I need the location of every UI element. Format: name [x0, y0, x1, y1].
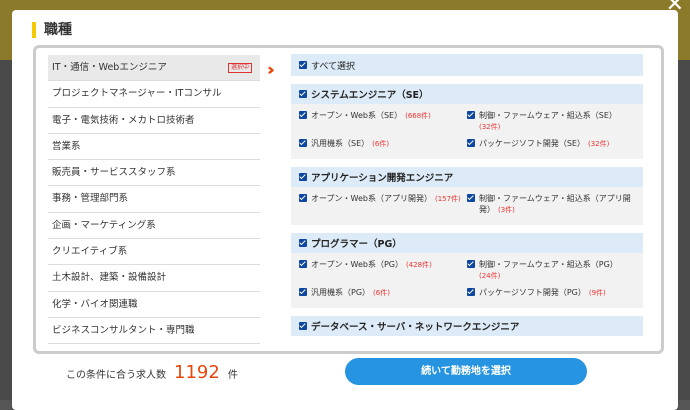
category-label: IT・通信・Webエンジニア [52, 62, 167, 73]
category-label: 土木設計、建築・設備設計 [52, 272, 167, 284]
category-item[interactable]: ビジネスコンサルタント・専門職 [48, 318, 260, 345]
checkbox-icon [467, 139, 475, 147]
category-item[interactable]: クリエイティブ系 [48, 239, 260, 266]
job-category-modal: 職種 IT・通信・Webエンジニア 選択中 プロジェクトマネージャー・ITコンサル… [12, 10, 678, 410]
checkbox-icon [467, 288, 475, 296]
category-label: 企画・マーケティング系 [52, 219, 156, 231]
group-title: データベース・サーバ・ネットワークエンジニア [311, 322, 520, 333]
checkbox-icon [467, 194, 475, 202]
job-count: (24件) [479, 272, 501, 280]
double-chevron-right-icon: ››› [267, 60, 274, 79]
select-all-label: すべて選択 [311, 61, 356, 72]
item-label: オープン・Web系（SE） [311, 111, 403, 120]
checkbox-icon [299, 288, 307, 296]
category-label: ビジネスコンサルタント・専門職 [52, 324, 195, 336]
checkbox-icon [467, 260, 475, 268]
group-title: システムエンジニア（SE） [311, 90, 429, 101]
category-label: クリエイティブ系 [52, 246, 128, 258]
job-count: (428件) [405, 261, 432, 269]
category-item[interactable]: 事務・管理部門系 [48, 186, 260, 213]
category-item[interactable]: 土木設計、建築・設備設計 [48, 265, 260, 292]
group-checkbox[interactable]: プログラマー（PG） [291, 233, 643, 253]
checkbox-icon [299, 239, 307, 247]
selected-badge: 選択中 [227, 63, 252, 73]
subcategory-checkbox[interactable]: 制御・ファームウェア・組込系（SE） (32件) [467, 110, 635, 133]
result-count-number: 1192 [174, 362, 220, 383]
item-label: 汎用機系（PG） [311, 288, 371, 297]
category-label: 販売員・サービススタッフ系 [52, 167, 176, 179]
group-checkbox[interactable]: アプリケーション開発エンジニア [291, 167, 643, 187]
checkbox-icon [299, 260, 307, 268]
job-count: (668件) [405, 112, 431, 120]
job-count: (32件) [479, 123, 501, 131]
checkbox-icon [299, 61, 307, 69]
item-label: オープン・Web系（アプリ開発） [311, 194, 432, 203]
category-item[interactable]: 電子・電気技術・メカトロ技術者 [48, 108, 260, 134]
subcategory-checkbox[interactable]: 汎用機系（SE） (6件) [299, 138, 467, 150]
checkbox-icon [299, 139, 307, 147]
subcategory-group: データベース・サーバ・ネットワークエンジニア [291, 316, 643, 336]
subcategory-checkbox[interactable]: 制御・ファームウェア・組込系（アプリ開発） (3件) [467, 193, 635, 216]
job-count: (6件) [373, 289, 390, 297]
group-title: プログラマー（PG） [311, 239, 402, 250]
group-checkbox[interactable]: データベース・サーバ・ネットワークエンジニア [291, 316, 643, 336]
category-item[interactable]: IT・通信・Webエンジニア 選択中 [48, 55, 260, 82]
select-all-checkbox[interactable]: すべて選択 [291, 54, 643, 76]
selection-panel: IT・通信・Webエンジニア 選択中 プロジェクトマネージャー・ITコンサル 電子… [33, 45, 664, 354]
result-count-prefix: この条件に合う求人数 [66, 370, 166, 381]
modal-title: 職種 [32, 22, 72, 38]
category-item[interactable]: 企画・マーケティング系 [48, 213, 260, 240]
next-location-button[interactable]: 続いて勤務地を選択 [345, 358, 587, 385]
item-label: 制御・ファームウェア・組込系（PG） [479, 260, 618, 269]
subcategory-checkbox[interactable]: 汎用機系（PG） (6件) [299, 287, 467, 299]
subcategory-checkbox[interactable]: オープン・Web系（PG） (428件) [299, 259, 467, 282]
subcategory-group: システムエンジニア（SE） オープン・Web系（SE） (668件) 制御・ファー… [291, 84, 643, 159]
job-count: (9件) [588, 289, 606, 297]
category-label: 事務・管理部門系 [52, 193, 129, 205]
item-label: オープン・Web系（PG） [311, 260, 403, 269]
category-label: 営業系 [52, 140, 81, 152]
category-item[interactable]: プロジェクトマネージャー・ITコンサル [48, 81, 260, 108]
result-count: この条件に合う求人数 1192 件 [66, 362, 238, 383]
subcategory-group: プログラマー（PG） オープン・Web系（PG） (428件) 制御・ファームウェ… [291, 233, 643, 308]
item-label: パッケージソフト開発（SE） [479, 139, 585, 148]
checkbox-icon [299, 173, 307, 181]
job-count: (6件) [372, 140, 390, 148]
category-label: 電子・電気技術・メカトロ技術者 [52, 114, 195, 126]
job-count: (3件) [498, 206, 515, 214]
item-label: 汎用機系（SE） [311, 139, 370, 148]
item-label: 制御・ファームウェア・組込系（SE） [479, 111, 617, 120]
subcategory-panel: すべて選択 システムエンジニア（SE） オープン・Web系（SE） (668件) … [291, 54, 643, 344]
category-item[interactable]: 販売員・サービススタッフ系 [48, 160, 260, 187]
category-list: IT・通信・Webエンジニア 選択中 プロジェクトマネージャー・ITコンサル 電子… [48, 55, 260, 345]
item-label: パッケージソフト開発（PG） [479, 288, 586, 297]
checkbox-icon [299, 90, 307, 98]
job-count: (157件) [434, 195, 461, 203]
subcategory-checkbox[interactable]: オープン・Web系（SE） (668件) [299, 110, 467, 133]
group-title: アプリケーション開発エンジニア [311, 173, 454, 184]
subcategory-checkbox[interactable]: パッケージソフト開発（PG） (9件) [467, 287, 635, 299]
category-item[interactable]: 営業系 [48, 134, 260, 161]
subcategory-checkbox[interactable]: パッケージソフト開発（SE） (32件) [467, 138, 635, 150]
subcategory-checkbox[interactable]: オープン・Web系（アプリ開発） (157件) [299, 193, 467, 216]
category-item[interactable]: 化学・バイオ関連職 [48, 292, 260, 318]
group-checkbox[interactable]: システムエンジニア（SE） [291, 84, 643, 104]
job-count: (32件) [587, 140, 610, 148]
result-count-suffix: 件 [227, 370, 238, 381]
checkbox-icon [299, 111, 307, 119]
checkbox-icon [299, 322, 307, 330]
category-label: プロジェクトマネージャー・ITコンサル [52, 88, 222, 100]
subcategory-checkbox[interactable]: 制御・ファームウェア・組込系（PG） (24件) [467, 259, 635, 282]
checkbox-icon [467, 111, 475, 119]
category-label: 化学・バイオ関連職 [52, 298, 138, 310]
checkbox-icon [299, 194, 307, 202]
subcategory-group: アプリケーション開発エンジニア オープン・Web系（アプリ開発） (157件) 制… [291, 167, 643, 225]
